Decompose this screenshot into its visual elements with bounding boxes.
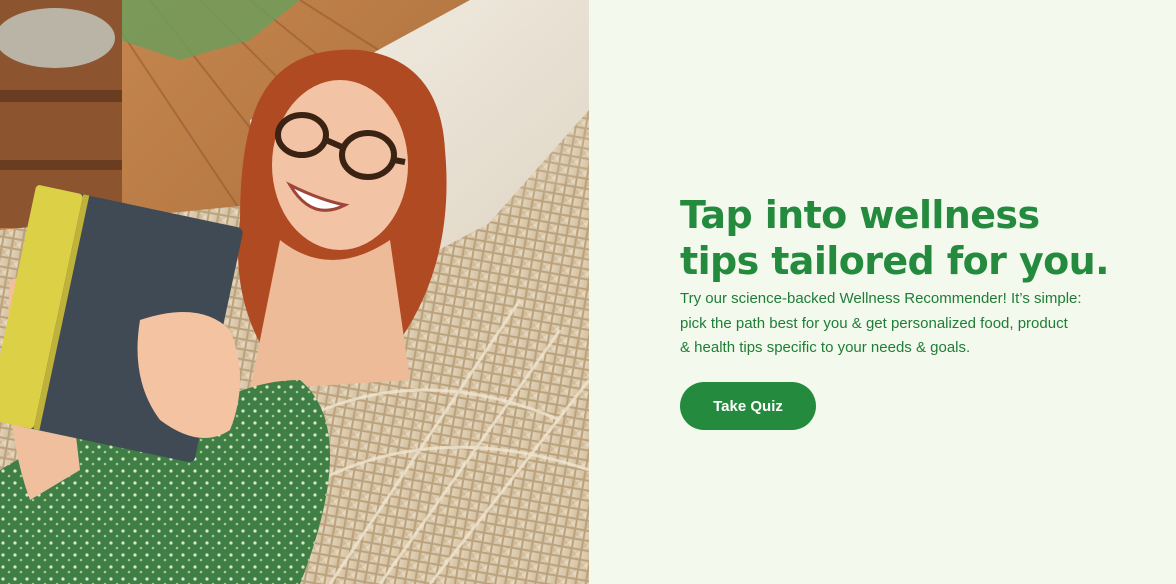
description-line-2: pick the path best for you & get persona… bbox=[680, 314, 1068, 332]
promo-description: Try our science-backed Wellness Recommen… bbox=[680, 287, 1120, 361]
headline-line-2: tips tailored for you. bbox=[680, 239, 1110, 283]
promo-content-panel: Tap into wellness tips tailored for you.… bbox=[589, 0, 1176, 584]
description-line-1: Try our science-backed Wellness Recommen… bbox=[680, 290, 1082, 307]
wellness-promo-section: Tap into wellness tips tailored for you.… bbox=[0, 0, 1176, 584]
description-line-3: & health tips specific to your needs & g… bbox=[680, 339, 971, 356]
take-quiz-button[interactable]: Take Quiz bbox=[680, 382, 816, 430]
promo-headline: Tap into wellness tips tailored for you. bbox=[680, 192, 1150, 284]
hero-photo bbox=[0, 0, 589, 584]
headline-line-1: Tap into wellness bbox=[680, 193, 1040, 237]
